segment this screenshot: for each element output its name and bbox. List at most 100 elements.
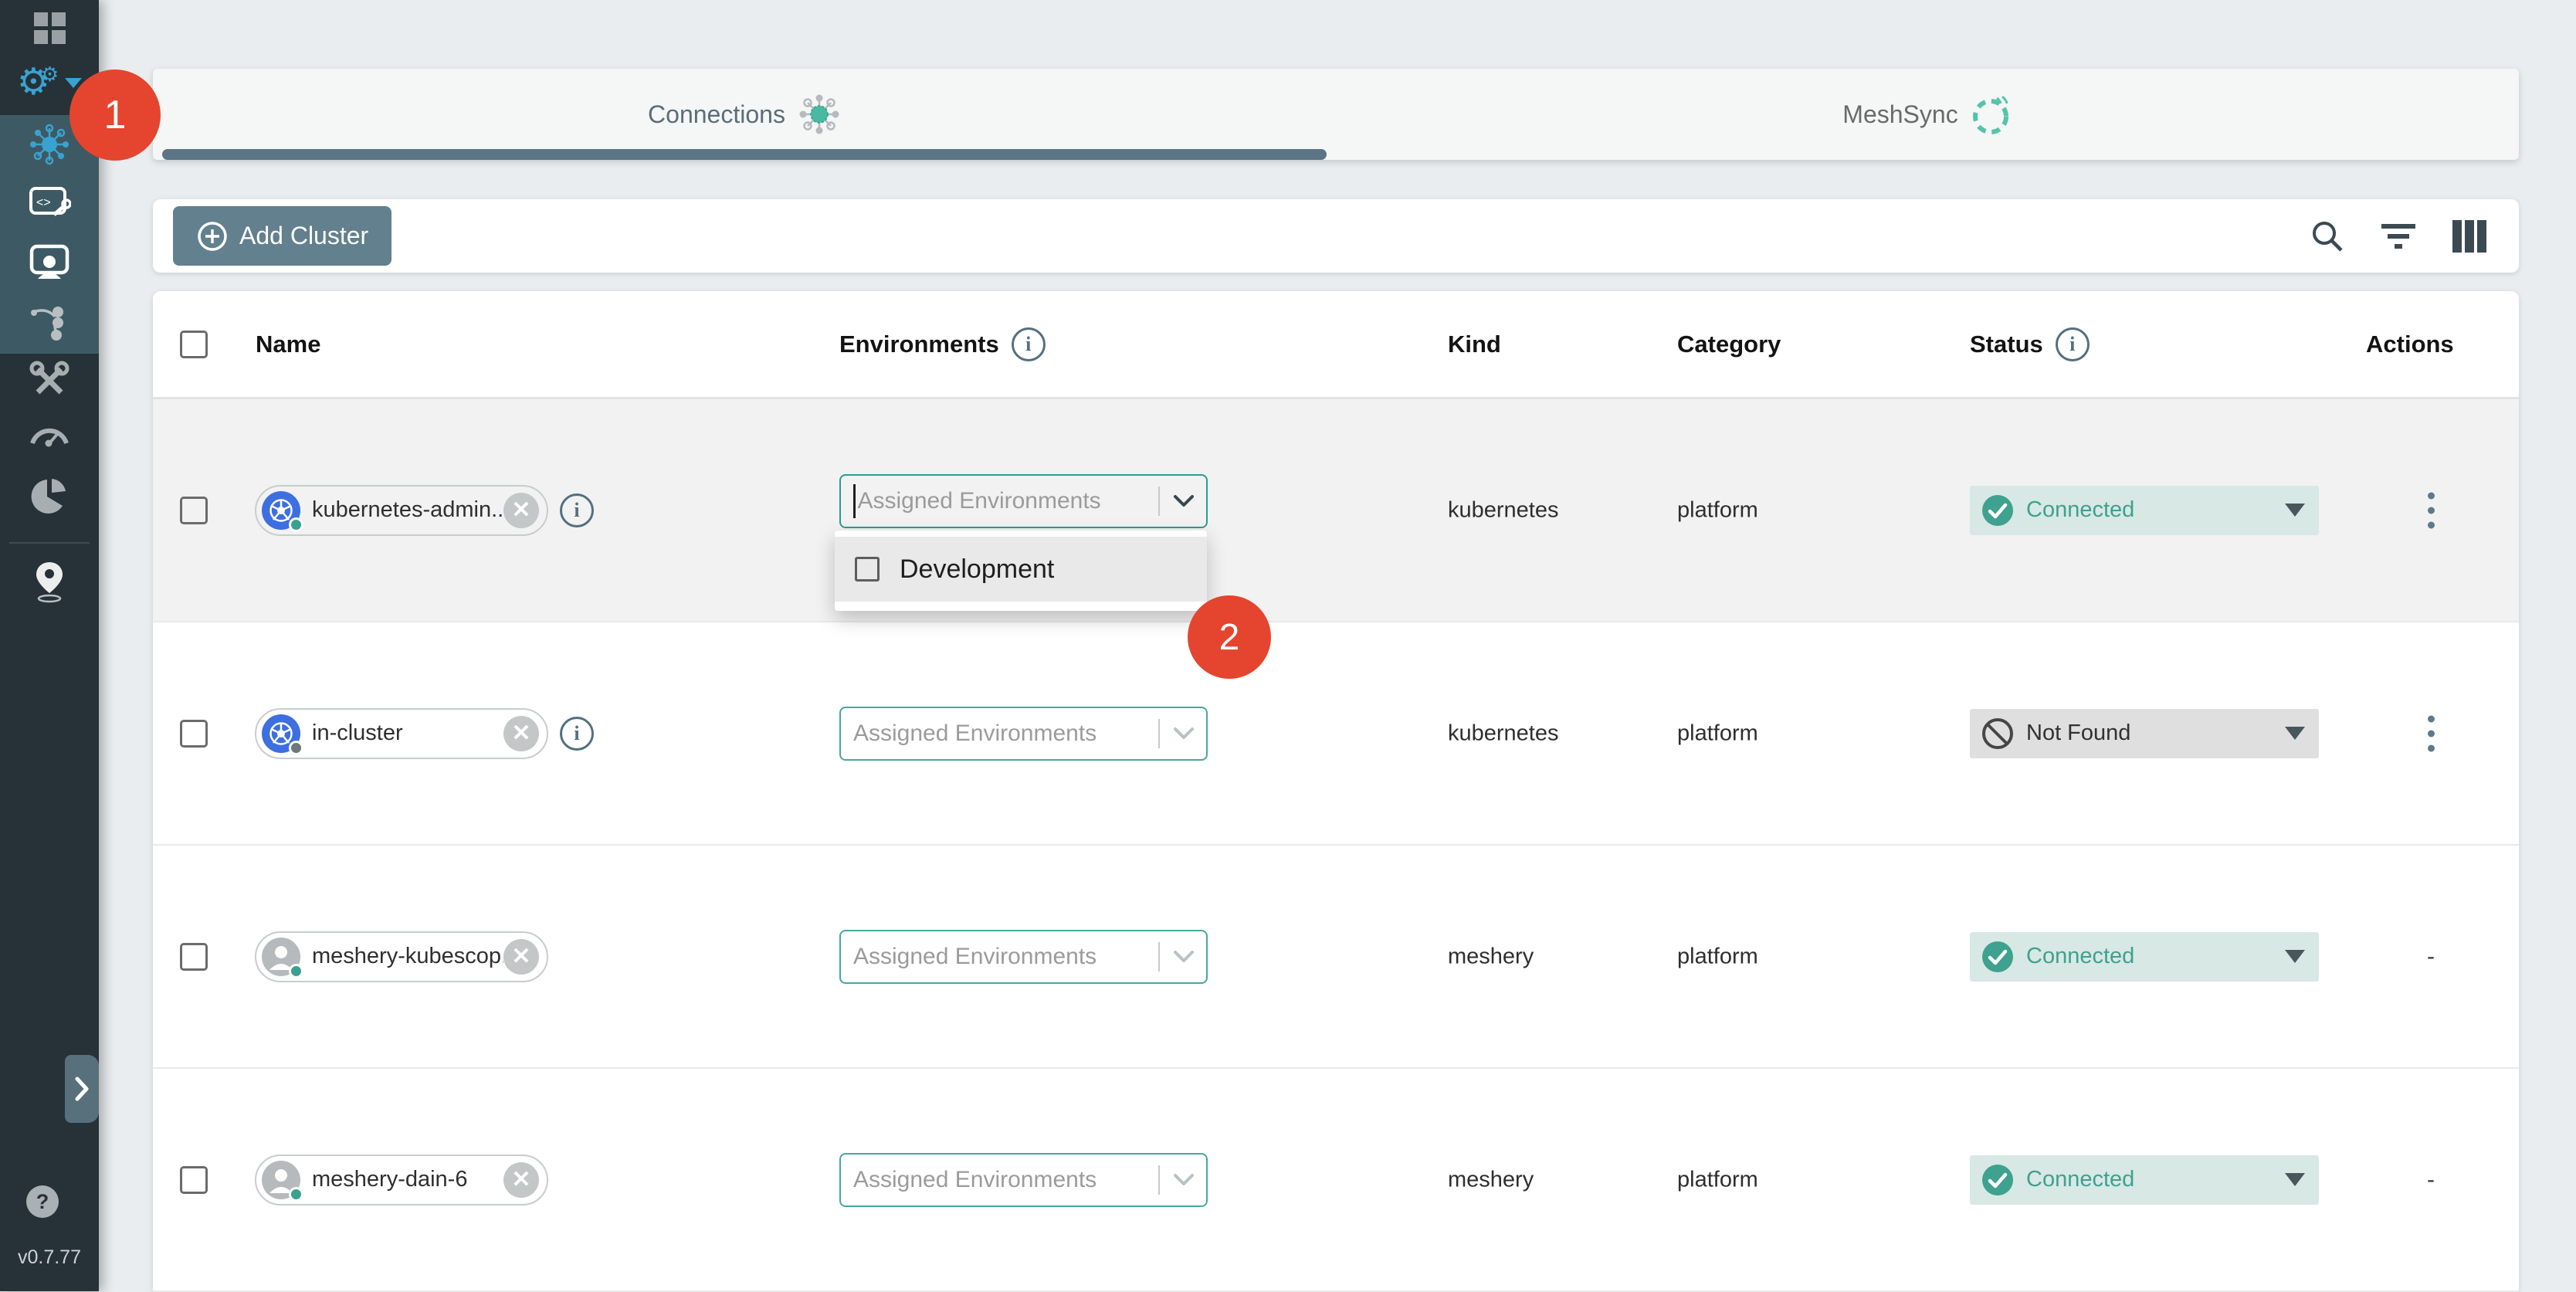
sidebar-item-adapters[interactable]: <> [0, 182, 99, 226]
sidebar-item-remote-sessions[interactable] [0, 241, 99, 284]
remove-connection-button[interactable]: ✕ [503, 716, 539, 751]
connection-info-icon[interactable]: i [560, 717, 594, 751]
chevron-down-icon[interactable] [1172, 726, 1195, 741]
status-badge[interactable]: Connected [1970, 486, 2319, 535]
adapters-code-window-icon: <> [28, 185, 71, 222]
column-header-kind[interactable]: Kind [1448, 331, 1501, 358]
environments-placeholder: Assigned Environments [853, 721, 1154, 747]
chevron-down-icon [2285, 950, 2305, 963]
connection-name: in-cluster [312, 721, 503, 746]
row-actions-menu[interactable] [2396, 492, 2466, 528]
user-screen-icon [28, 243, 71, 282]
environments-placeholder: Assigned Environments [858, 488, 1154, 514]
select-all-checkbox[interactable] [180, 331, 208, 358]
remove-connection-button[interactable]: ✕ [503, 493, 539, 528]
select-divider [1158, 1165, 1160, 1195]
environments-select[interactable]: Assigned Environments [839, 474, 1208, 528]
sidebar-item-configuration[interactable] [0, 360, 99, 402]
add-cluster-label: Add Cluster [239, 222, 368, 250]
category-cell: platform [1677, 944, 1758, 969]
connection-info-icon[interactable]: i [560, 493, 594, 527]
text-cursor [853, 484, 856, 518]
sidebar-item-get-started[interactable] [0, 558, 99, 605]
sidebar-item-performance[interactable] [0, 414, 99, 454]
help-button[interactable]: ? [26, 1185, 59, 1218]
chevron-down-icon [2285, 504, 2305, 517]
performance-gauge-icon [28, 419, 71, 449]
hub-icon [798, 93, 841, 136]
connection-offline-dot [289, 741, 303, 755]
environments-placeholder: Assigned Environments [853, 944, 1154, 970]
status-badge[interactable]: Not Found [1970, 709, 2319, 758]
kubernetes-icon [262, 714, 300, 753]
connections-hub-icon [29, 124, 70, 165]
sidebar-item-workflows[interactable] [0, 300, 99, 343]
kebab-menu-icon [2428, 492, 2435, 528]
remove-connection-button[interactable]: ✕ [503, 1162, 539, 1198]
chevron-down-icon[interactable] [1172, 1172, 1195, 1188]
chevron-down-icon [2285, 1173, 2305, 1186]
connection-name-chip[interactable]: meshery-dain-6 ✕ [255, 1155, 548, 1206]
remove-connection-button[interactable]: ✕ [503, 939, 539, 975]
environments-dropdown-menu: Development [835, 531, 1207, 611]
connection-online-dot [289, 517, 303, 532]
column-header-environments[interactable]: Environments i [839, 327, 1046, 361]
connections-table: Name Environments i Kind Category Status… [153, 291, 2519, 1291]
table-row: in-cluster ✕ i Assigned Environments kub… [153, 622, 2519, 846]
column-header-category[interactable]: Category [1677, 331, 1781, 358]
svg-text:<>: <> [36, 196, 51, 209]
connection-name-chip[interactable]: in-cluster ✕ [255, 708, 548, 759]
option-checkbox[interactable] [855, 557, 880, 582]
sidebar-item-extensions[interactable] [0, 476, 99, 517]
row-checkbox[interactable] [180, 720, 208, 748]
environments-select[interactable]: Assigned Environments [839, 707, 1208, 761]
connection-name-chip[interactable]: kubernetes-admin... ✕ [255, 485, 548, 536]
add-cluster-button[interactable]: Add Cluster [173, 206, 391, 266]
row-actions-menu[interactable] [2396, 715, 2466, 751]
tab-meshsync[interactable]: MeshSync [1336, 69, 2519, 160]
info-icon[interactable]: i [1012, 327, 1046, 361]
connection-name-chip[interactable]: meshery-kubescop... ✕ [255, 931, 548, 982]
environments-select[interactable]: Assigned Environments [839, 930, 1208, 984]
kind-cell: meshery [1448, 944, 1534, 969]
chevron-down-icon[interactable] [1172, 493, 1195, 509]
table-header-row: Name Environments i Kind Category Status… [153, 291, 2519, 399]
chevron-down-icon[interactable] [1172, 949, 1195, 965]
sync-spinner-icon [1971, 92, 2012, 137]
status-badge[interactable]: Connected [1970, 1155, 2319, 1205]
connection-name: meshery-dain-6 [312, 1167, 503, 1192]
row-checkbox[interactable] [180, 497, 208, 524]
view-columns-icon[interactable] [2451, 219, 2488, 254]
column-header-status[interactable]: Status i [1970, 327, 2090, 361]
check-circle-icon [1981, 1163, 2015, 1197]
select-divider [1158, 719, 1160, 748]
sidebar-item-dashboard[interactable] [0, 9, 99, 46]
environment-option-development[interactable]: Development [835, 537, 1207, 602]
row-checkbox[interactable] [180, 943, 208, 971]
info-icon[interactable]: i [2056, 327, 2090, 361]
status-badge[interactable]: Connected [1970, 932, 2319, 982]
environments-placeholder: Assigned Environments [853, 1167, 1154, 1193]
filter-icon[interactable] [2380, 219, 2417, 253]
row-checkbox[interactable] [180, 1166, 208, 1194]
table-row: meshery-dain-6 ✕ Assigned Environments m… [153, 1069, 2519, 1292]
category-cell: platform [1677, 497, 1758, 523]
connection-online-dot [289, 964, 303, 978]
connection-online-dot [289, 1187, 303, 1202]
extensions-pie-icon [29, 477, 70, 516]
column-header-actions: Actions [2366, 331, 2454, 358]
search-icon[interactable] [2309, 218, 2346, 255]
column-header-name[interactable]: Name [256, 331, 320, 358]
check-circle-icon [1981, 940, 2015, 974]
select-divider [1158, 487, 1160, 516]
not-found-icon [1981, 717, 2015, 751]
workflow-nodes-icon [29, 301, 70, 341]
chevron-right-icon [74, 1076, 90, 1102]
kind-cell: kubernetes [1448, 721, 1559, 746]
tab-connections[interactable]: Connections [153, 69, 1336, 160]
category-cell: platform [1677, 721, 1758, 746]
sidebar-collapse-toggle[interactable] [65, 1055, 99, 1123]
kebab-menu-icon [2428, 715, 2435, 751]
environments-select[interactable]: Assigned Environments [839, 1153, 1208, 1207]
row-actions-none: - [2396, 1167, 2466, 1193]
